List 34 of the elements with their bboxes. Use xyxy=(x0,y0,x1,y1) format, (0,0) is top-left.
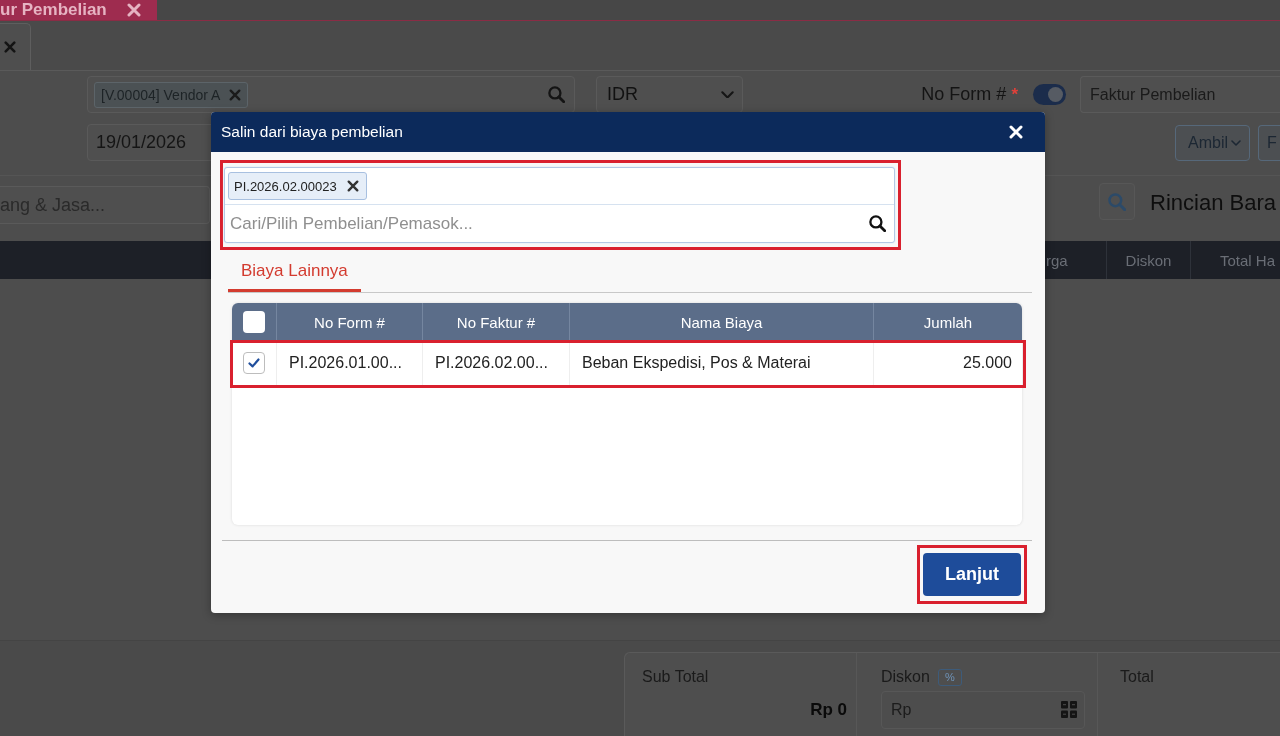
field-label: No Form # xyxy=(921,84,1007,105)
search-icon[interactable] xyxy=(869,215,886,232)
row-checkbox[interactable] xyxy=(243,352,265,374)
table-cell: PI.2026.02.00... xyxy=(422,341,569,385)
calculator-icon[interactable] xyxy=(1061,701,1077,718)
document-tab[interactable]: ur Pembelian xyxy=(0,0,157,20)
chevron-down-icon xyxy=(1231,139,1241,146)
chevron-down-icon xyxy=(721,90,734,99)
column-header: Total Ha xyxy=(1190,241,1280,279)
tag-input-field[interactable]: PI.2026.02.00023 Cari/Pilih Pembelian/Pemasok... xyxy=(224,167,895,243)
column-header: Nama Biaya xyxy=(569,303,873,341)
table-cell: PI.2026.01.00... xyxy=(276,341,422,385)
form-tab[interactable] xyxy=(0,23,31,70)
select-all-checkbox[interactable] xyxy=(243,311,265,333)
selected-tag[interactable]: PI.2026.02.00023 xyxy=(228,172,367,200)
checkmark-icon xyxy=(248,358,260,368)
unit-toggle[interactable]: % xyxy=(937,668,962,686)
currency-select[interactable]: IDR xyxy=(596,76,743,113)
section-title: Rincian Bara xyxy=(1150,190,1276,216)
table-cell: Beban Ekspedisi, Pos & Materai xyxy=(569,341,873,385)
summary-value: Rp 0 xyxy=(810,700,847,720)
search-input[interactable]: Cari/Pilih Pembelian/Pemasok... xyxy=(230,208,869,239)
column-header: rga xyxy=(1045,250,1069,271)
tab[interactable]: Biaya Lainnya xyxy=(228,250,361,292)
continue-button[interactable]: Lanjut xyxy=(923,553,1021,596)
column-header: Jumlah xyxy=(873,303,1022,341)
column-header: Diskon xyxy=(1106,241,1190,279)
column-header: No Form # xyxy=(276,303,422,341)
dialog-title: Salin dari biaya pembelian xyxy=(221,123,403,141)
remove-icon[interactable] xyxy=(346,180,359,192)
table-cell: 25.000 xyxy=(873,341,1022,385)
column-header: No Faktur # xyxy=(422,303,569,341)
toggle-switch[interactable] xyxy=(1033,84,1066,105)
required-mark: * xyxy=(1011,84,1018,105)
